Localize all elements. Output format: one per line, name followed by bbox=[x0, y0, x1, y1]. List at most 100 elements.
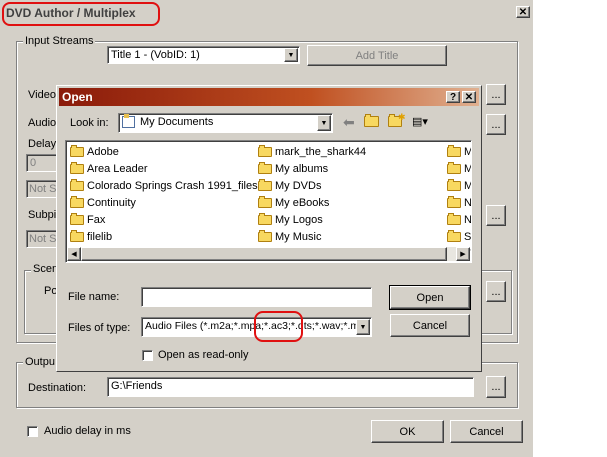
folder-icon bbox=[447, 230, 461, 242]
file-list-item-label: N bbox=[464, 214, 472, 226]
music-folder-icon bbox=[258, 230, 272, 242]
subpic-browse-button[interactable]: ... bbox=[486, 205, 506, 226]
file-list-item-label: Fax bbox=[87, 214, 106, 226]
file-list-item-label: Continuity bbox=[87, 197, 136, 209]
file-list-item[interactable]: My Music bbox=[258, 229, 321, 245]
main-close-button[interactable]: ✕ bbox=[516, 6, 530, 18]
open-title-bar: Open ? ✕ bbox=[59, 88, 479, 106]
not-s-field-2[interactable]: Not S bbox=[26, 230, 58, 248]
file-list-item[interactable]: Fax bbox=[70, 212, 105, 228]
ok-button[interactable]: OK bbox=[371, 420, 444, 443]
folder-icon bbox=[258, 145, 272, 157]
file-list-item-label: mark_the_shark44 bbox=[275, 146, 367, 158]
video-browse-button[interactable]: ... bbox=[486, 84, 506, 105]
folder-icon bbox=[258, 213, 272, 225]
folder-icon bbox=[70, 196, 84, 208]
title-select[interactable]: Title 1 - (VobID: 1) ▼ bbox=[107, 46, 300, 64]
file-list-item[interactable]: Colorado Springs Crash 1991_files bbox=[70, 178, 258, 194]
help-button[interactable]: ? bbox=[446, 91, 460, 103]
folder-icon bbox=[447, 145, 461, 157]
file-list-item-label: My DVDs bbox=[275, 180, 322, 192]
folder-icon bbox=[258, 162, 272, 174]
folder-icon bbox=[447, 213, 461, 225]
file-list: Adobe Area Leader Colorado Springs Crash 1… bbox=[65, 140, 472, 263]
file-list-item-label: filelib bbox=[87, 231, 113, 243]
file-list-item[interactable]: My albums bbox=[258, 161, 328, 177]
folder-icon bbox=[447, 179, 461, 191]
folder-icon bbox=[447, 162, 461, 174]
file-list-item-label: M bbox=[464, 180, 471, 192]
file-list-item[interactable]: M bbox=[447, 161, 471, 177]
destination-label: Destination: bbox=[28, 382, 87, 394]
new-folder-icon[interactable]: ✱ bbox=[388, 112, 406, 128]
video-label: Video bbox=[28, 89, 56, 101]
file-list-item[interactable]: My Logos bbox=[258, 212, 323, 228]
not-s-field-1[interactable]: Not S bbox=[26, 180, 58, 198]
file-list-item[interactable]: Adobe bbox=[70, 144, 119, 160]
file-name-label: File name: bbox=[68, 291, 120, 303]
file-list-item[interactable]: M bbox=[447, 178, 471, 194]
look-in-label: Look in: bbox=[70, 117, 109, 129]
file-list-item-label: My Music bbox=[275, 231, 322, 243]
audio-delay-checkbox[interactable] bbox=[27, 426, 38, 437]
scroll-left-icon[interactable]: ◀ bbox=[67, 247, 81, 261]
scroll-thumb[interactable] bbox=[81, 247, 447, 261]
folder-icon bbox=[447, 196, 461, 208]
file-list-item[interactable]: mark_the_shark44 bbox=[258, 144, 366, 160]
file-list-item[interactable]: Area Leader bbox=[70, 161, 148, 177]
up-folder-icon[interactable] bbox=[364, 114, 380, 128]
file-list-item[interactable]: Continuity bbox=[70, 195, 136, 211]
audio-label: Audio bbox=[28, 117, 57, 129]
file-list-item[interactable]: filelib bbox=[70, 229, 112, 245]
folder-icon bbox=[258, 179, 272, 191]
file-list-item[interactable]: N bbox=[447, 212, 472, 228]
file-list-item[interactable]: N bbox=[447, 195, 472, 211]
cancel-button[interactable]: Cancel bbox=[450, 420, 523, 443]
folder-icon bbox=[70, 230, 84, 242]
file-name-field[interactable] bbox=[141, 287, 372, 307]
destination-field[interactable]: G:\Friends bbox=[107, 377, 474, 397]
folder-icon bbox=[70, 145, 84, 157]
file-list-item-label: My eBooks bbox=[275, 197, 330, 209]
file-list-item[interactable]: M bbox=[447, 144, 471, 160]
file-list-item-label: Adobe bbox=[87, 146, 119, 158]
add-title-button[interactable]: Add Title bbox=[307, 45, 447, 66]
title-highlight bbox=[2, 2, 160, 26]
read-only-checkbox[interactable] bbox=[142, 350, 153, 361]
chevron-down-icon[interactable]: ▼ bbox=[356, 319, 370, 335]
ac3-highlight bbox=[254, 311, 303, 342]
open-button[interactable]: Open bbox=[389, 285, 471, 310]
subpic-label: Subpi bbox=[28, 209, 57, 221]
file-list-item-label: My albums bbox=[275, 163, 329, 175]
scroll-right-icon[interactable]: ▶ bbox=[456, 247, 470, 261]
files-of-type-label: Files of type: bbox=[68, 322, 131, 334]
horizontal-scrollbar[interactable]: ◀ ▶ bbox=[67, 247, 470, 261]
file-list-item[interactable]: My DVDs bbox=[258, 178, 321, 194]
output-label: Outpu bbox=[23, 356, 57, 368]
open-close-button[interactable]: ✕ bbox=[462, 91, 476, 103]
audio-browse-button[interactable]: ... bbox=[486, 114, 506, 135]
back-arrow-icon[interactable]: ⬅ bbox=[343, 114, 359, 130]
folder-icon bbox=[70, 179, 84, 191]
file-list-item[interactable]: My eBooks bbox=[258, 195, 329, 211]
destination-browse-button[interactable]: ... bbox=[486, 376, 506, 398]
file-list-item-label: N bbox=[464, 197, 472, 209]
file-list-item-label: M bbox=[464, 163, 471, 175]
open-cancel-button[interactable]: Cancel bbox=[390, 314, 470, 337]
folder-icon bbox=[258, 196, 272, 208]
input-streams-label: Input Streams bbox=[23, 35, 96, 47]
file-list-item-label: Area Leader bbox=[87, 163, 148, 175]
delay-label: Delay bbox=[28, 138, 57, 150]
file-list-item-label: S bbox=[464, 231, 472, 243]
look-in-select[interactable]: My Documents ▼ bbox=[118, 113, 333, 133]
chevron-down-icon[interactable]: ▼ bbox=[317, 115, 331, 131]
scenes-browse-button[interactable]: ... bbox=[486, 281, 506, 302]
chevron-down-icon[interactable]: ▼ bbox=[284, 48, 298, 62]
view-menu-icon[interactable]: ▤▾ bbox=[412, 115, 434, 129]
file-list-item[interactable]: S bbox=[447, 229, 471, 245]
file-list-item-label: My Logos bbox=[275, 214, 323, 226]
delay-field[interactable]: 0 bbox=[26, 154, 58, 172]
file-list-item-label: M bbox=[464, 146, 471, 158]
audio-delay-label: Audio delay in ms bbox=[44, 425, 131, 437]
folder-icon bbox=[70, 162, 84, 174]
